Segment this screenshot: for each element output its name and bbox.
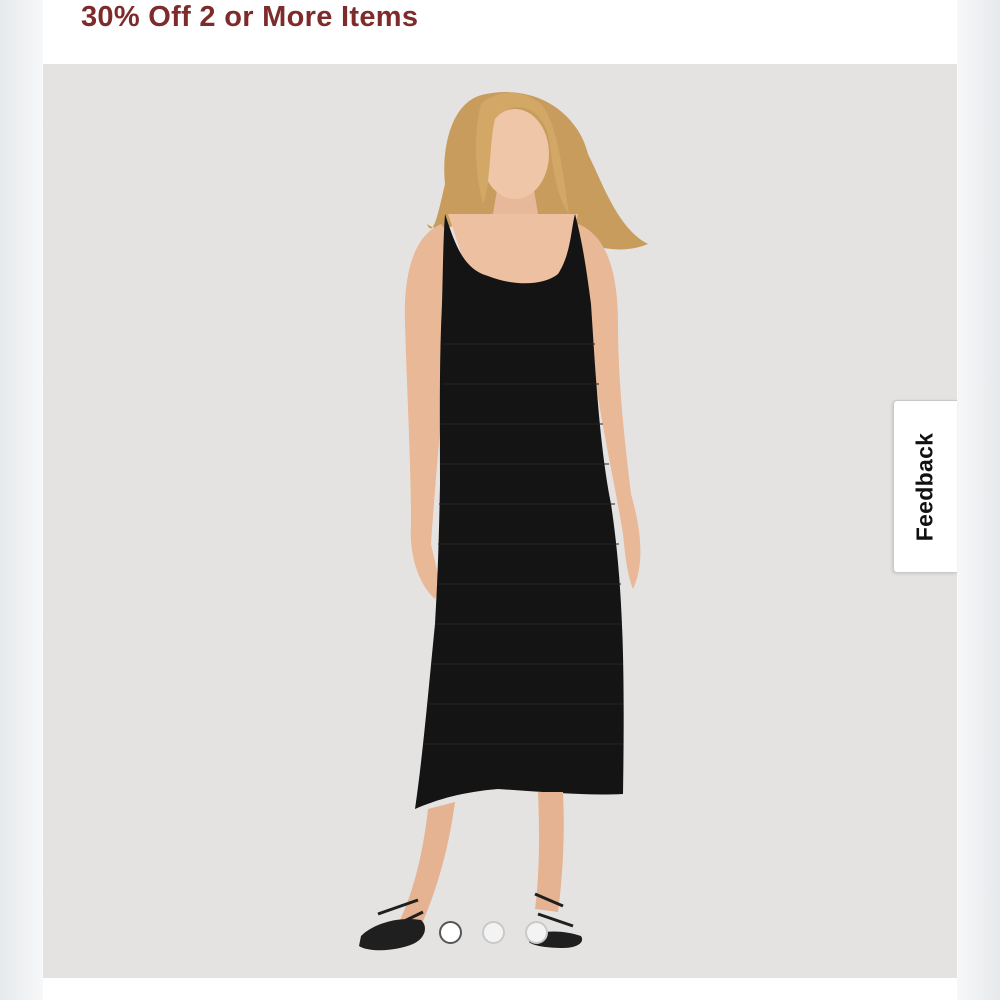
product-photo[interactable]: [43, 64, 957, 978]
carousel-dot-3[interactable]: [525, 921, 548, 944]
feedback-label: Feedback: [911, 432, 938, 542]
page-bottom-edge: [43, 978, 957, 1000]
carousel-dot-1[interactable]: [439, 921, 462, 944]
product-image-gallery[interactable]: [43, 64, 957, 978]
carousel-dots: [439, 921, 548, 947]
promo-banner[interactable]: 30% Off 2 or More Items: [81, 0, 418, 40]
product-page: 30% Off 2 or More Items: [43, 0, 957, 1000]
carousel-dot-2[interactable]: [482, 921, 505, 944]
feedback-tab[interactable]: Feedback: [893, 400, 957, 573]
